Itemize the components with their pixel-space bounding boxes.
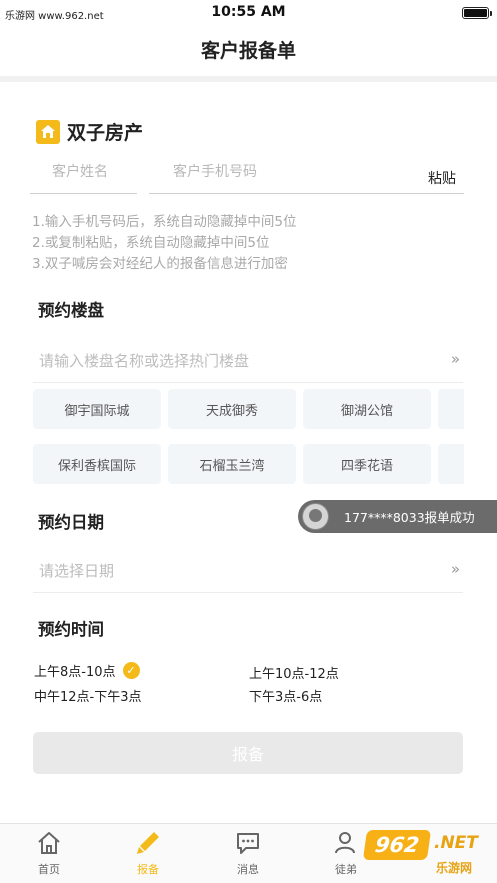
hot-property-chip[interactable] [438, 444, 464, 484]
tip-line: 3.双子喊房会对经纪人的报备信息进行加密 [32, 256, 288, 272]
watermark-net: .NET [434, 833, 478, 853]
brand-row: 双子房产 [36, 118, 143, 145]
success-toast: 177****8033报单成功 [298, 500, 497, 533]
hot-property-chip[interactable]: 御宇国际城 [33, 389, 161, 429]
property-picker[interactable]: 请输入楼盘名称或选择热门楼盘 » [33, 336, 463, 383]
time-option-label: 下午3点-6点 [249, 690, 323, 705]
tab-label: 首页 [38, 863, 60, 876]
property-picker-placeholder: 请输入楼盘名称或选择热门楼盘 [39, 352, 250, 370]
tab-home[interactable]: 首页 [19, 830, 79, 877]
site-watermark-logo: 962 .NET 乐游网 [360, 826, 497, 883]
time-option[interactable]: 下午3点-6点 [249, 686, 322, 705]
hot-property-chip[interactable]: 天成御秀 [168, 389, 296, 429]
hot-property-row: 保利香槟国际 石榴玉兰湾 四季花语 [33, 444, 464, 486]
hot-property-chip[interactable]: 四季花语 [303, 444, 431, 484]
page-title: 客户报备单 [200, 40, 296, 62]
watermark-badge: 962 [362, 830, 432, 860]
status-time: 10:55 AM [211, 4, 286, 20]
date-section-title: 预约日期 [38, 513, 104, 532]
time-option[interactable]: 中午12点-下午3点 [34, 686, 142, 705]
time-option-label: 上午8点-10点 [34, 665, 116, 680]
home-icon [38, 832, 60, 854]
double-chevron-right-icon: » [450, 560, 460, 578]
avatar [302, 503, 329, 530]
hot-property-chip[interactable]: 御湖公馆 [303, 389, 431, 429]
check-icon: ✓ [122, 662, 140, 679]
double-chevron-right-icon: » [450, 350, 460, 368]
customer-phone-input[interactable] [149, 154, 464, 190]
tab-messages[interactable]: 消息 [218, 830, 278, 877]
users-icon [335, 832, 355, 854]
status-bar: 乐游网 www.962.net 10:55 AM [0, 0, 497, 26]
brand-name: 双子房产 [67, 122, 144, 144]
date-picker-placeholder: 请选择日期 [39, 562, 115, 580]
tip-line: 2.或复制粘贴，系统自动隐藏掉中间5位 [32, 235, 270, 251]
battery-icon [462, 7, 492, 19]
date-picker[interactable]: 请选择日期 » [33, 546, 463, 593]
customer-phone-field: 粘贴 [149, 154, 464, 194]
tab-label: 消息 [237, 863, 259, 876]
property-section-title: 预约楼盘 [38, 301, 104, 320]
header-divider [0, 76, 497, 82]
time-option-label: 上午10点-12点 [249, 667, 339, 682]
house-logo-icon [36, 119, 60, 144]
time-section-title: 预约时间 [38, 620, 104, 639]
time-option[interactable]: 上午8点-10点 ✓ [34, 661, 140, 680]
toast-text: 177****8033报单成功 [344, 510, 475, 525]
customer-name-input[interactable] [30, 154, 137, 190]
time-option[interactable]: 上午10点-12点 [249, 663, 339, 682]
customer-name-field [30, 154, 137, 194]
time-option-label: 中午12点-下午3点 [34, 690, 142, 705]
tab-report[interactable]: 报备 [118, 830, 178, 877]
tab-label: 报备 [137, 863, 159, 876]
hot-property-chip[interactable]: 石榴玉兰湾 [168, 444, 296, 484]
hot-property-chip[interactable]: 保利香槟国际 [33, 444, 161, 484]
input-tips: 1.输入手机号码后，系统自动隐藏掉中间5位 2.或复制粘贴，系统自动隐藏掉中间5… [32, 212, 296, 275]
hot-property-chip[interactable] [438, 389, 464, 429]
tip-line: 1.输入手机号码后，系统自动隐藏掉中间5位 [32, 214, 297, 230]
message-icon [237, 833, 259, 854]
hot-property-row: 御宇国际城 天成御秀 御湖公馆 [33, 389, 464, 431]
paste-button[interactable]: 粘贴 [428, 168, 456, 188]
pencil-icon [137, 832, 159, 854]
submit-report-button[interactable]: 报备 [33, 732, 463, 774]
watermark-cn: 乐游网 [436, 861, 473, 875]
